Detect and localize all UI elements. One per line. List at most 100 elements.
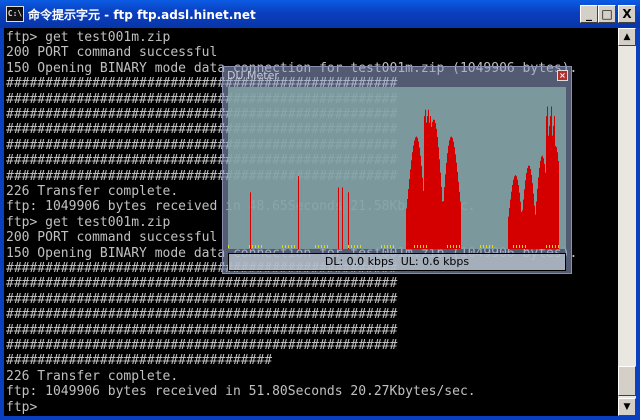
console-icon: C:\ [6, 6, 24, 22]
upload-bar [552, 245, 553, 248]
upload-bar [414, 245, 415, 248]
download-bar [443, 201, 444, 249]
upload-bar [258, 245, 259, 248]
upload-bar [249, 245, 250, 248]
download-bar [428, 109, 429, 249]
title-bar[interactable]: C:\ 命令提示字元 - ftp ftp.adsl.hinet.net _ □ … [0, 0, 640, 28]
download-bar [414, 140, 415, 249]
download-bar [417, 137, 418, 249]
download-bar [536, 201, 537, 249]
download-bar [535, 214, 536, 249]
scrollbar-thumb[interactable] [618, 366, 636, 396]
download-bar [416, 136, 417, 249]
console-line: ftp> get test001m.zip [6, 30, 171, 45]
download-bar [434, 119, 435, 249]
upload-bar [450, 245, 451, 248]
download-bar [542, 155, 543, 249]
download-bar [419, 147, 420, 249]
console-line: ################################## [6, 353, 273, 369]
download-bar [546, 116, 547, 249]
download-bar [440, 172, 441, 249]
upload-bar [327, 245, 328, 248]
download-bar [410, 169, 411, 249]
vertical-scrollbar[interactable]: ▲ ▼ [618, 28, 636, 416]
download-bar [451, 136, 452, 249]
window-border-bottom [0, 416, 640, 420]
upload-bar [549, 245, 550, 248]
download-bar [539, 167, 540, 249]
upload-bar [381, 245, 382, 248]
download-bar [454, 147, 455, 249]
du-meter-close-icon[interactable]: × [557, 70, 568, 81]
download-bar [420, 155, 421, 249]
download-bar [523, 199, 524, 249]
upload-bar [525, 245, 526, 248]
download-bar [520, 201, 521, 249]
download-bar [459, 191, 460, 249]
maximize-button[interactable]: □ [598, 5, 616, 23]
download-bar [552, 135, 553, 249]
download-bar [409, 179, 410, 249]
traffic-chart [228, 106, 559, 249]
download-bar [532, 183, 533, 249]
download-bar [537, 188, 538, 249]
console-line: ########################################… [6, 322, 398, 338]
download-bar [541, 156, 542, 249]
download-bar [549, 125, 550, 249]
command-prompt-window[interactable]: C:\ 命令提示字元 - ftp ftp.adsl.hinet.net _ □ … [0, 0, 640, 420]
console-line: ftp> [6, 399, 38, 415]
download-bar [550, 116, 551, 249]
close-button[interactable]: X [618, 5, 636, 23]
download-bar [555, 145, 556, 249]
download-bar [528, 165, 529, 249]
download-bar [544, 163, 545, 249]
console-line: 226 Transfer complete. [6, 368, 179, 384]
scroll-down-arrow-icon[interactable]: ▼ [618, 398, 636, 416]
download-bar [553, 125, 554, 249]
download-bar [438, 147, 439, 249]
download-bar [413, 145, 414, 249]
console-line: ########################################… [6, 276, 398, 292]
console-line: ftp: 1049906 bytes received in 51.80Seco… [6, 384, 476, 400]
upload-bar [324, 245, 325, 248]
upload-bar [459, 245, 460, 248]
download-bar [531, 174, 532, 249]
download-bar [545, 172, 546, 249]
download-bar [515, 175, 516, 249]
download-bar [453, 141, 454, 249]
download-bar [514, 176, 515, 249]
upload-bar [291, 245, 292, 248]
download-bar [445, 174, 446, 249]
upload-bar [483, 245, 484, 248]
upload-bar [420, 245, 421, 248]
download-bar [431, 126, 432, 249]
upload-bar [282, 245, 283, 248]
download-bar [517, 179, 518, 249]
upload-bar [228, 245, 229, 248]
download-bar [519, 192, 520, 249]
download-bar [406, 208, 407, 249]
download-bar [448, 145, 449, 249]
download-bar [547, 106, 548, 249]
download-bar [446, 162, 447, 249]
download-bar [556, 147, 557, 249]
upload-bar [447, 245, 448, 248]
upload-bar [426, 245, 427, 248]
download-bar [447, 153, 448, 249]
du-meter-graph [228, 87, 566, 249]
download-bar [512, 184, 513, 249]
minimize-button[interactable]: _ [580, 5, 598, 23]
scroll-up-arrow-icon[interactable]: ▲ [618, 28, 636, 46]
download-bar [526, 173, 527, 249]
upload-bar [516, 245, 517, 248]
download-bar [456, 162, 457, 249]
console-line: 226 Transfer complete. [6, 184, 179, 199]
du-meter-widget[interactable]: DU Meter × DL: 0.0 kbps UL: 0.6 kbps [222, 66, 572, 274]
upload-bar [513, 245, 514, 248]
window-border-right [636, 28, 640, 420]
download-bar [415, 137, 416, 249]
download-bar [543, 158, 544, 249]
download-bar [525, 180, 526, 249]
download-bar [348, 192, 349, 249]
download-bar [534, 205, 535, 249]
